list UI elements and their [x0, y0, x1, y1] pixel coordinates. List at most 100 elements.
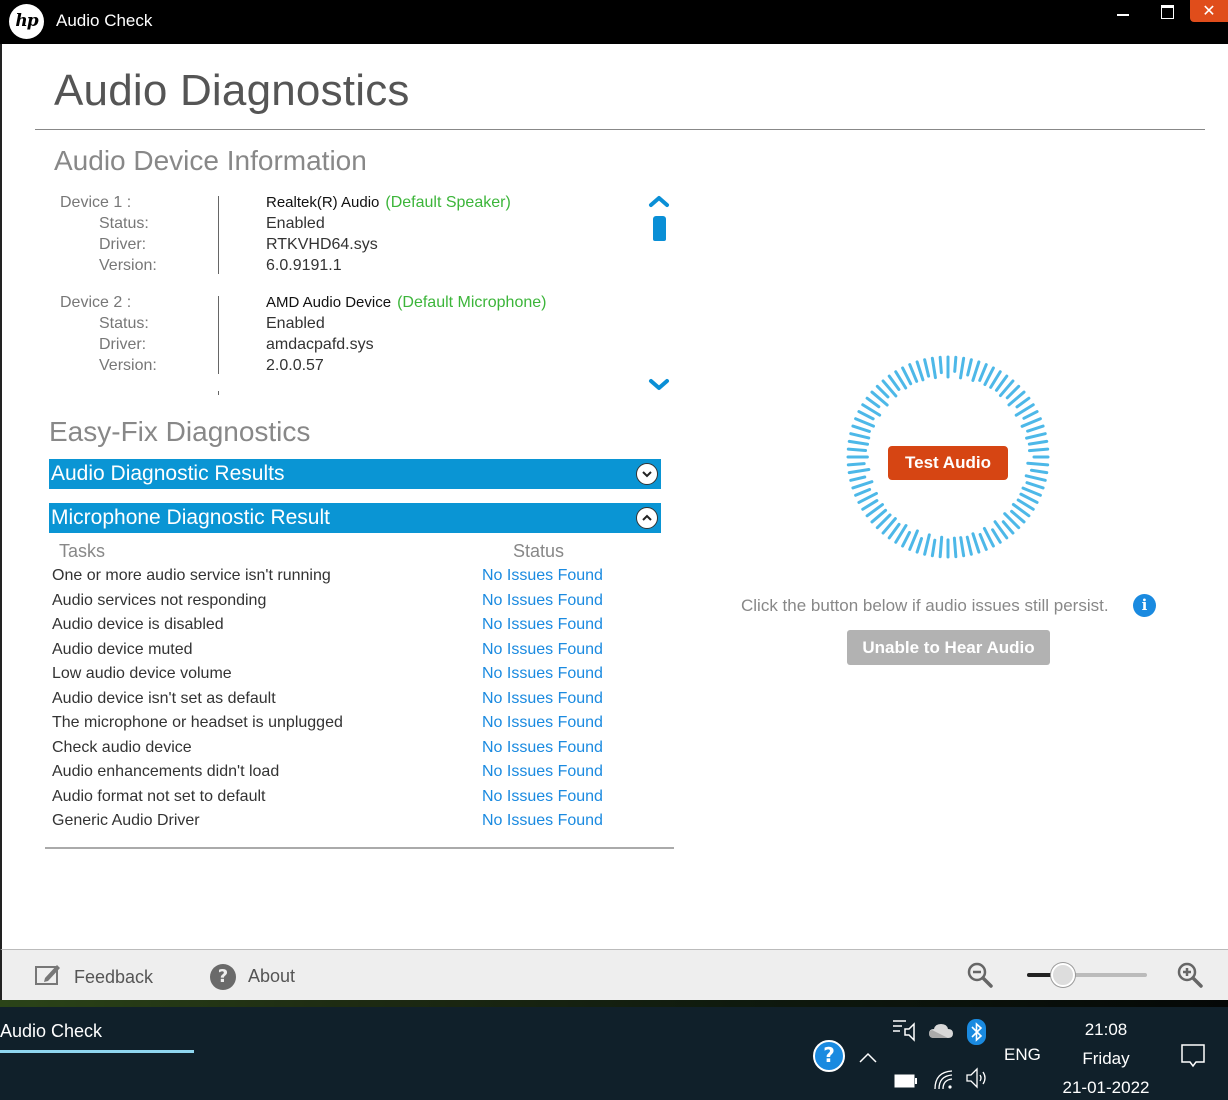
table-row: Audio enhancements didn't load No Issues …	[52, 760, 672, 785]
task-status[interactable]: No Issues Found	[482, 665, 603, 683]
ring-dash	[965, 535, 973, 556]
ring-dash	[1029, 468, 1049, 475]
help-icon: ?	[210, 964, 236, 991]
ring-dash	[847, 439, 870, 446]
ring-dash	[923, 358, 931, 378]
feedback-button[interactable]: Feedback	[34, 962, 153, 990]
taskbar-clock[interactable]: 21:08 Friday 21-01-2022	[1050, 1015, 1162, 1100]
task-label: Audio format not set to default	[52, 787, 266, 805]
table-row: Audio format not set to default No Issues…	[52, 785, 672, 810]
task-status[interactable]: No Issues Found	[482, 641, 603, 659]
ring-dash	[966, 358, 973, 377]
clock-date: 21-01-2022	[1062, 1078, 1150, 1097]
zoom-slider[interactable]	[1027, 963, 1147, 987]
device-separator	[218, 296, 219, 374]
device-separator-tail	[218, 391, 219, 395]
about-button[interactable]: ? About	[210, 962, 295, 991]
action-center-icon[interactable]	[1180, 1043, 1206, 1073]
clock-day: Friday	[1082, 1049, 1130, 1068]
expand-button[interactable]	[636, 463, 658, 485]
test-audio-button[interactable]: Test Audio	[888, 446, 1008, 480]
ring-dash	[908, 363, 919, 383]
ring-dash	[978, 532, 988, 551]
close-button[interactable]: ✕	[1190, 0, 1228, 22]
device-driver: amdacpafd.sys	[266, 336, 374, 353]
slider-thumb[interactable]	[1051, 963, 1075, 987]
task-status[interactable]: No Issues Found	[482, 616, 603, 634]
zoom-in-button[interactable]	[1176, 961, 1204, 989]
audio-diagnostic-results-header[interactable]: Audio Diagnostic Results	[49, 459, 661, 489]
easy-fix-heading: Easy-Fix Diagnostics	[49, 416, 311, 447]
wifi-icon[interactable]	[932, 1067, 956, 1095]
bluetooth-icon[interactable]	[967, 1019, 986, 1045]
ring-dash	[983, 366, 995, 387]
ring-dash	[846, 447, 868, 453]
task-label: The microphone or headset is unplugged	[52, 714, 343, 731]
minimize-button[interactable]	[1103, 0, 1143, 22]
default-tag: (Default Speaker)	[385, 194, 511, 211]
table-row: Check audio device No Issues Found	[52, 736, 672, 761]
task-status[interactable]: No Issues Found	[482, 812, 603, 830]
task-status[interactable]: No Issues Found	[482, 567, 603, 585]
ring-dash	[1020, 417, 1042, 428]
table-divider	[45, 847, 674, 849]
table-row: Audio device isn't set as default No Issu…	[52, 687, 672, 712]
volume-icon[interactable]	[965, 1067, 991, 1093]
ring-dash	[953, 355, 958, 373]
device-values: AMD Audio Device (Default Microphone) Ena…	[266, 292, 546, 376]
table-row: Generic Audio Driver No Issues Found	[52, 809, 672, 834]
ring-dash	[1021, 486, 1042, 497]
show-hidden-icons-chevron-icon[interactable]	[858, 1049, 878, 1068]
version-label: Version:	[99, 257, 157, 274]
active-app-indicator	[0, 1050, 194, 1053]
ring-dash	[847, 468, 871, 475]
ring-dash	[1005, 384, 1021, 400]
chevron-up-icon	[649, 196, 669, 207]
scroll-down-button[interactable]	[648, 378, 670, 392]
narrator-icon[interactable]	[892, 1018, 918, 1046]
zoom-in-icon	[1177, 962, 1203, 988]
device-status: Enabled	[266, 215, 325, 232]
ring-dash	[930, 538, 937, 558]
battery-icon[interactable]	[894, 1073, 918, 1092]
ring-dash	[901, 366, 913, 386]
onedrive-cloud-icon[interactable]	[928, 1022, 954, 1044]
task-label: Audio device is disabled	[52, 616, 224, 633]
table-row: Low audio device volume No Issues Found	[52, 662, 672, 687]
ring-dash	[923, 533, 931, 556]
ring-dash	[1015, 396, 1031, 409]
microphone-diagnostic-result-header[interactable]: Microphone Diagnostic Result	[49, 503, 661, 533]
taskbar: Audio Check ? ENG 21:08 Friday 21-01-202…	[0, 1007, 1228, 1100]
task-label: One or more audio service isn't running	[52, 567, 331, 584]
maximize-button[interactable]	[1146, 0, 1186, 22]
unable-to-hear-audio-button[interactable]: Unable to Hear Audio	[847, 630, 1050, 665]
table-row: One or more audio service isn't running N…	[52, 564, 672, 589]
task-status[interactable]: No Issues Found	[482, 739, 603, 757]
ring-dash	[875, 384, 890, 399]
ring-dash	[849, 432, 871, 440]
screen: hp Audio Check ✕ Audio Diagnostics Audio…	[0, 0, 1228, 1100]
collapse-button[interactable]	[636, 507, 658, 529]
device-info-heading: Audio Device Information	[54, 145, 367, 176]
task-status[interactable]: No Issues Found	[482, 690, 603, 708]
driver-label: Driver:	[99, 336, 147, 353]
ring-dash	[938, 535, 944, 559]
scrollbar-thumb[interactable]	[653, 216, 666, 241]
taskbar-app-audio-check[interactable]: Audio Check	[0, 1021, 102, 1042]
input-language[interactable]: ENG	[1004, 1045, 1041, 1065]
device-version: 6.0.9191.1	[266, 257, 342, 274]
task-status[interactable]: No Issues Found	[482, 788, 603, 806]
device-labels: Device 2 : Status: Driver: Version:	[60, 292, 210, 376]
task-status[interactable]: No Issues Found	[482, 763, 603, 781]
scroll-up-button[interactable]	[648, 194, 670, 208]
device-values: Realtek(R) Audio (Default Speaker) Enable…	[266, 192, 511, 276]
zoom-out-button[interactable]	[966, 961, 994, 989]
ring-dash	[930, 356, 937, 380]
ring-dash	[1001, 520, 1015, 535]
ring-dash	[849, 475, 867, 482]
ring-dash	[851, 480, 874, 490]
task-status[interactable]: No Issues Found	[482, 714, 603, 732]
info-icon[interactable]: i	[1133, 594, 1156, 617]
help-tray-icon[interactable]: ?	[813, 1040, 845, 1072]
task-status[interactable]: No Issues Found	[482, 592, 603, 610]
